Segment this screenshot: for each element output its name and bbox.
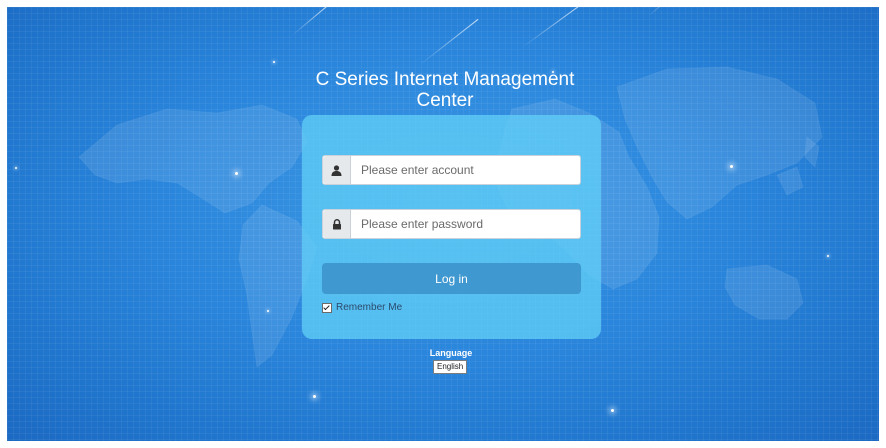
login-panel: Log in Remember Me	[302, 115, 601, 339]
login-button[interactable]: Log in	[322, 263, 581, 294]
glow-star	[235, 172, 238, 175]
remember-me-checkbox[interactable]	[322, 302, 332, 313]
glow-star	[15, 167, 17, 169]
user-icon	[323, 156, 351, 184]
account-input[interactable]	[351, 156, 580, 184]
page-title: C Series Internet Management Center	[315, 69, 575, 111]
language-select[interactable]: English	[433, 360, 468, 374]
glow-star	[730, 165, 733, 168]
glow-star	[313, 395, 316, 398]
glow-star	[273, 61, 275, 63]
remember-me[interactable]: Remember Me	[322, 302, 402, 313]
glow-star	[827, 255, 829, 257]
password-input[interactable]	[351, 210, 580, 238]
glow-star	[267, 310, 269, 312]
language-label: Language	[429, 348, 473, 358]
lock-icon	[323, 210, 351, 238]
account-field	[322, 155, 581, 185]
password-field	[322, 209, 581, 239]
glow-star	[611, 409, 614, 412]
login-screen: C Series Internet Management Center Log …	[7, 7, 879, 441]
remember-me-label[interactable]: Remember Me	[336, 302, 402, 313]
